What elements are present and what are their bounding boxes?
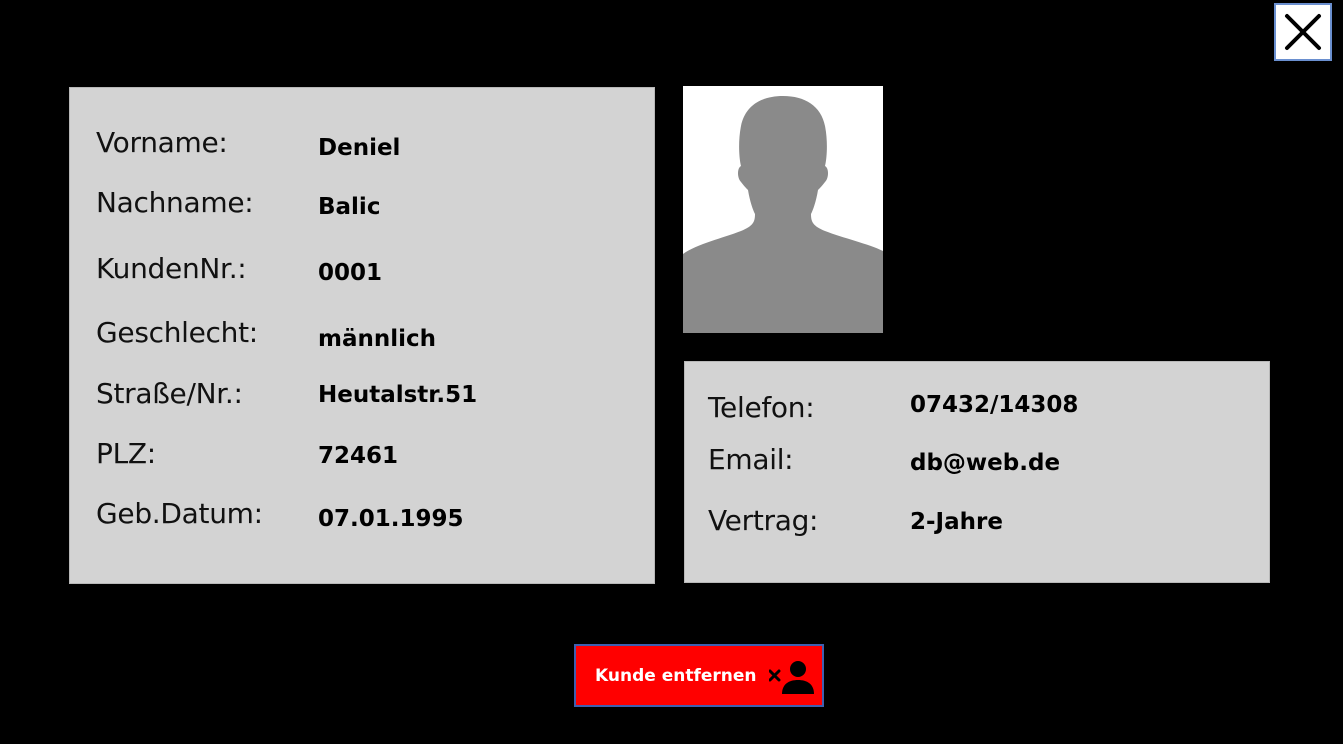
label-telefon: Telefon: bbox=[708, 391, 815, 424]
value-email: db@web.de bbox=[910, 450, 1061, 476]
label-vertrag: Vertrag: bbox=[708, 504, 819, 537]
label-kundennr: KundenNr.: bbox=[96, 252, 247, 285]
remove-customer-label: Kunde entfernen bbox=[595, 665, 757, 686]
value-strasse: Heutalstr.51 bbox=[318, 382, 478, 408]
contact-info-panel: Telefon: 07432/14308 Email: db@web.de Ve… bbox=[684, 361, 1270, 583]
label-strasse: Straße/Nr.: bbox=[96, 377, 243, 410]
value-vorname: Deniel bbox=[318, 135, 401, 161]
value-telefon: 07432/14308 bbox=[910, 392, 1079, 418]
label-geschlecht: Geschlecht: bbox=[96, 316, 258, 349]
label-nachname: Nachname: bbox=[96, 186, 254, 219]
remove-customer-button[interactable]: Kunde entfernen bbox=[574, 644, 824, 707]
value-kundennr: 0001 bbox=[318, 260, 383, 286]
label-geburtsdatum: Geb.Datum: bbox=[96, 497, 263, 530]
value-geburtsdatum: 07.01.1995 bbox=[318, 506, 464, 532]
customer-photo bbox=[683, 86, 883, 333]
value-nachname: Balic bbox=[318, 194, 381, 220]
person-silhouette-icon bbox=[683, 96, 883, 333]
customer-detail-window: Vorname: Deniel Nachname: Balic KundenNr… bbox=[0, 0, 1343, 744]
personal-info-panel: Vorname: Deniel Nachname: Balic KundenNr… bbox=[69, 87, 655, 584]
close-button[interactable] bbox=[1274, 3, 1332, 61]
value-vertrag: 2-Jahre bbox=[910, 509, 1003, 535]
label-email: Email: bbox=[708, 443, 794, 476]
label-plz: PLZ: bbox=[96, 437, 156, 470]
value-geschlecht: männlich bbox=[318, 326, 437, 352]
label-vorname: Vorname: bbox=[96, 126, 228, 159]
close-icon bbox=[1285, 14, 1321, 50]
value-plz: 72461 bbox=[318, 443, 399, 469]
remove-user-icon bbox=[769, 661, 814, 694]
